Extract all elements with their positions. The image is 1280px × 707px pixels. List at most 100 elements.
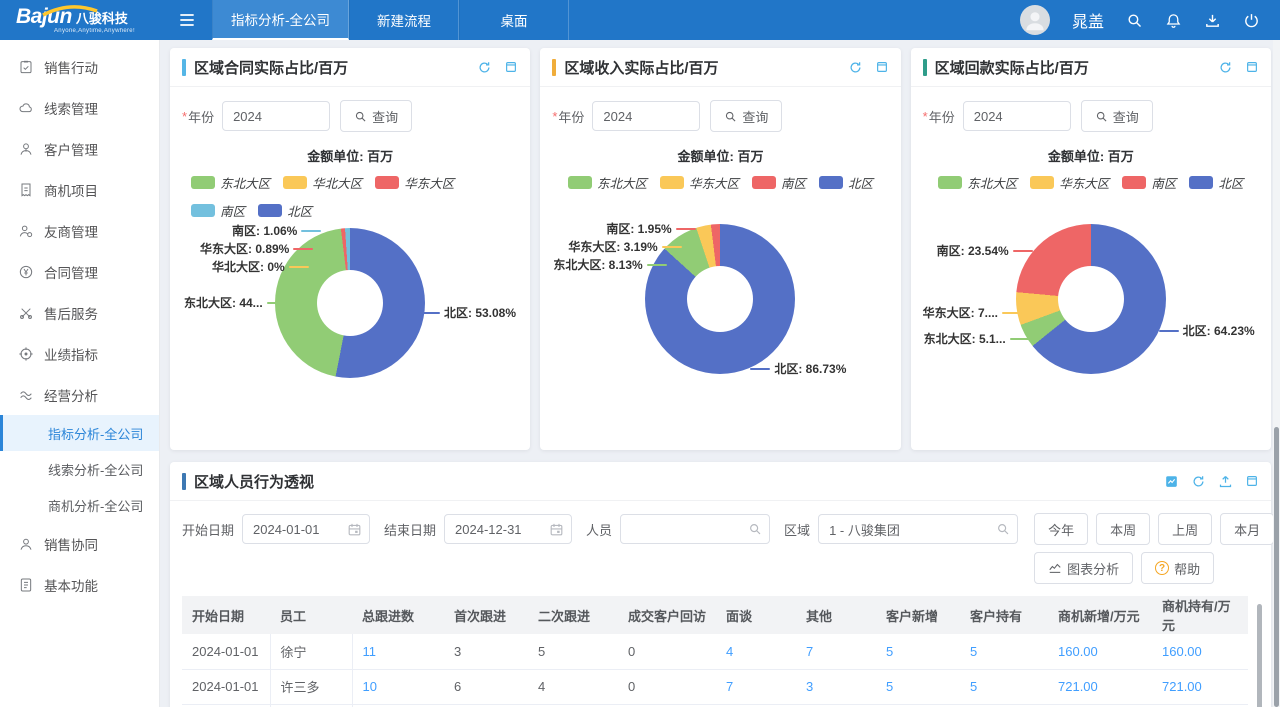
menu-toggle-icon[interactable] xyxy=(162,0,212,40)
unit-label: 金额单位: 百万 xyxy=(911,134,1271,167)
year-input[interactable] xyxy=(963,101,1071,131)
legend-item[interactable]: 南区 xyxy=(1122,173,1176,192)
main-content: 区域合同实际占比/百万 *年份 查询 金额单位: 百万 东北大区 华北大区 华东… xyxy=(160,40,1280,707)
sidebar: 销售行动 线索管理 客户管理 商机项目 友商管理 合同管理 售后服务 业绩指标 … xyxy=(0,40,160,707)
refresh-icon[interactable] xyxy=(1191,474,1206,489)
brand-tagline: Anyone,Anytime,Anywhere! xyxy=(54,28,162,34)
this-week-button[interactable]: 本周 xyxy=(1096,513,1150,545)
help-button[interactable]: ?帮助 xyxy=(1141,552,1214,584)
person-input[interactable] xyxy=(620,514,770,544)
start-date-input[interactable] xyxy=(242,514,370,544)
this-month-button[interactable]: 本月 xyxy=(1220,513,1274,545)
avatar[interactable] xyxy=(1020,5,1050,35)
contract-share-card: 区域合同实际占比/百万 *年份 查询 金额单位: 百万 东北大区 华北大区 华东… xyxy=(170,48,530,450)
legend-item[interactable]: 北区 xyxy=(258,201,312,220)
card-title: 区域合同实际占比/百万 xyxy=(194,57,477,78)
pie-label: 南区: 1.06% xyxy=(232,222,321,239)
refresh-icon[interactable] xyxy=(848,60,863,75)
expand-icon[interactable] xyxy=(875,60,889,75)
legend-item[interactable]: 东北大区 xyxy=(938,173,1017,192)
query-button[interactable]: 查询 xyxy=(1081,100,1153,132)
refresh-icon[interactable] xyxy=(1218,60,1233,75)
query-button[interactable]: 查询 xyxy=(340,100,412,132)
region-label: 区域 xyxy=(784,520,810,539)
legend-item[interactable]: 华东大区 xyxy=(660,173,739,192)
year-input[interactable] xyxy=(592,101,700,131)
pie-label: 华东大区: 3.19% xyxy=(568,238,681,255)
table-header-row: 开始日期员工 总跟进数首次跟进 二次跟进成交客户回访 面谈其他 客户新增客户持有… xyxy=(182,596,1248,634)
region-staff-behavior-panel: 区域人员行为透视 开始日期 结束日期 人员 xyxy=(170,462,1271,707)
revenue-share-card: 区域收入实际占比/百万 *年份 查询 金额单位: 百万 东北大区 华东大区 南区 xyxy=(540,48,900,450)
upload-icon[interactable] xyxy=(1218,474,1233,489)
donut[interactable] xyxy=(1016,224,1166,374)
sidebar-item-basic-functions[interactable]: 基本功能 xyxy=(0,564,159,605)
download-icon[interactable] xyxy=(1204,12,1221,29)
bell-icon[interactable] xyxy=(1165,12,1182,29)
sidebar-item-kpi[interactable]: 业绩指标 xyxy=(0,333,159,374)
sidebar-item-contracts[interactable]: 合同管理 xyxy=(0,251,159,292)
search-icon[interactable] xyxy=(1126,12,1143,29)
power-icon[interactable] xyxy=(1243,12,1260,29)
pie-label: 东北大区: 5.1... xyxy=(924,330,1030,347)
this-year-button[interactable]: 今年 xyxy=(1034,513,1088,545)
expand-icon[interactable] xyxy=(504,60,518,75)
pie-label: 北区: 86.73% xyxy=(750,360,846,377)
year-label: 年份 xyxy=(929,107,955,126)
legend-item[interactable]: 华北大区 xyxy=(283,173,362,192)
legend-item[interactable]: 南区 xyxy=(752,173,806,192)
tab-new-process[interactable]: 新建流程 xyxy=(349,0,459,40)
donut-chart-payment: 南区: 23.54% 华东大区: 7.... 东北大区: 5.1... 北区: … xyxy=(911,192,1271,450)
sidebar-item-customers[interactable]: 客户管理 xyxy=(0,128,159,169)
end-date-input[interactable] xyxy=(444,514,572,544)
logo-swoosh xyxy=(40,3,100,17)
tools-icon xyxy=(18,305,34,321)
card-accent xyxy=(182,473,186,490)
legend-item[interactable]: 东北大区 xyxy=(191,173,270,192)
tab-desktop[interactable]: 桌面 xyxy=(459,0,569,40)
year-input[interactable] xyxy=(222,101,330,131)
open-tabs: 指标分析-全公司 新建流程 桌面 xyxy=(212,0,569,40)
pie-label: 南区: 23.54% xyxy=(937,242,1033,259)
legend-item[interactable]: 华东大区 xyxy=(375,173,454,192)
legend-item[interactable]: 南区 xyxy=(191,201,245,220)
pie-label: 东北大区: 8.13% xyxy=(553,256,666,273)
unit-label: 金额单位: 百万 xyxy=(540,134,900,167)
sidebar-item-opportunities[interactable]: 商机项目 xyxy=(0,169,159,210)
tab-indicator-analysis[interactable]: 指标分析-全公司 xyxy=(212,0,349,40)
query-button[interactable]: 查询 xyxy=(710,100,782,132)
app-logo: Bajun 八骏科技 Anyone,Anytime,Anywhere! xyxy=(0,0,162,40)
sidebar-item-after-sales[interactable]: 售后服务 xyxy=(0,292,159,333)
clipboard-check-icon xyxy=(18,59,34,75)
image-export-icon[interactable] xyxy=(1164,474,1179,489)
legend-item[interactable]: 北区 xyxy=(1189,173,1243,192)
legend-item[interactable]: 东北大区 xyxy=(568,173,647,192)
receipt-icon xyxy=(18,182,34,198)
sidebar-subitem-opportunity-analysis[interactable]: 商机分析-全公司 xyxy=(0,487,159,523)
chart-legend: 东北大区 华东大区 南区 北区 xyxy=(568,173,873,192)
document-icon xyxy=(18,577,34,593)
sidebar-item-leads[interactable]: 线索管理 xyxy=(0,87,159,128)
table-row: 2024-01-01徐宁 113 50 47 55 160.00160.00 xyxy=(182,634,1248,669)
pie-label: 北区: 53.08% xyxy=(420,304,516,321)
sidebar-item-sales-collab[interactable]: 销售协同 xyxy=(0,523,159,564)
sidebar-subitem-leads-analysis[interactable]: 线索分析-全公司 xyxy=(0,451,159,487)
sidebar-subitem-indicator-analysis[interactable]: 指标分析-全公司 xyxy=(0,415,159,451)
expand-icon[interactable] xyxy=(1245,60,1259,75)
last-week-button[interactable]: 上周 xyxy=(1158,513,1212,545)
legend-item[interactable]: 北区 xyxy=(819,173,873,192)
refresh-icon[interactable] xyxy=(477,60,492,75)
year-label: 年份 xyxy=(188,107,214,126)
card-accent xyxy=(552,59,556,76)
region-input[interactable] xyxy=(818,514,1018,544)
yen-circle-icon xyxy=(18,264,34,280)
sidebar-item-sales-action[interactable]: 销售行动 xyxy=(0,46,159,87)
legend-item[interactable]: 华东大区 xyxy=(1030,173,1109,192)
end-date-label: 结束日期 xyxy=(384,520,436,539)
sidebar-item-partners[interactable]: 友商管理 xyxy=(0,210,159,251)
sidebar-item-business-analysis[interactable]: 经营分析 xyxy=(0,374,159,415)
expand-icon[interactable] xyxy=(1245,474,1259,489)
chart-analysis-button[interactable]: 图表分析 xyxy=(1034,552,1133,584)
page-scrollbar[interactable] xyxy=(1273,40,1280,707)
table-scrollbar[interactable] xyxy=(1257,604,1262,707)
start-date-label: 开始日期 xyxy=(182,520,234,539)
